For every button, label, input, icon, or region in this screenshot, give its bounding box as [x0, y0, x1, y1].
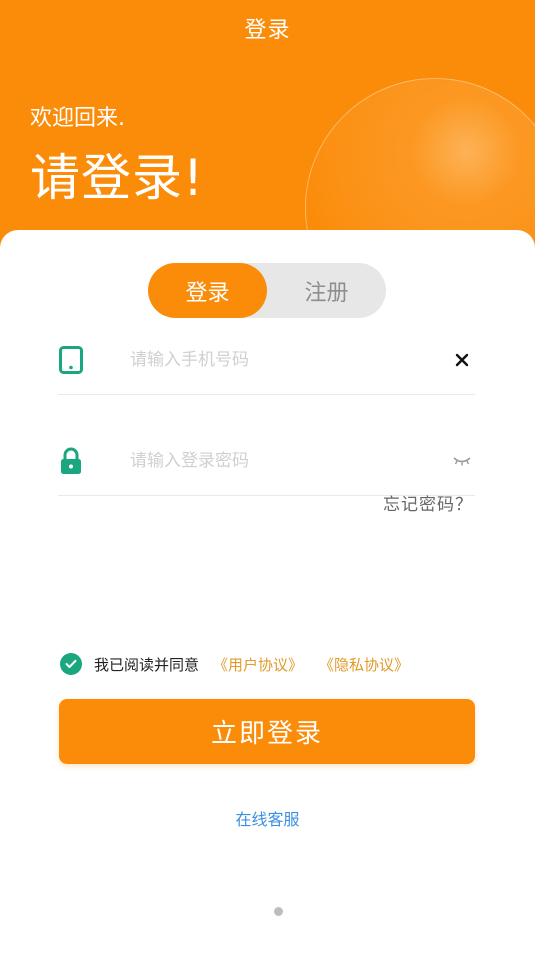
auth-tabs: 登录 注册	[148, 263, 386, 318]
check-icon	[65, 659, 77, 668]
agreement-text: 我已阅读并同意	[94, 655, 200, 674]
agreement-checkbox[interactable]	[60, 653, 82, 675]
agreement-row: 我已阅读并同意 《用户协议》 《隐私协议》	[60, 652, 409, 676]
page-indicator-dot	[274, 907, 283, 916]
hero-banner: 登录 欢迎回来. 请登录!	[0, 0, 535, 260]
lock-icon	[58, 446, 84, 476]
forgot-password-link[interactable]: 忘记密码？	[383, 490, 473, 515]
user-agreement-link[interactable]: 《用户协议》	[213, 654, 303, 675]
phone-input[interactable]	[130, 345, 430, 375]
phone-icon	[58, 345, 84, 375]
tab-register[interactable]: 注册	[267, 263, 386, 318]
eye-closed-icon[interactable]	[449, 446, 475, 476]
login-headline: 请登录!	[30, 149, 205, 207]
login-card	[0, 230, 535, 953]
privacy-agreement-link[interactable]: 《隐私协议》	[319, 654, 409, 675]
phone-field	[58, 345, 475, 395]
welcome-text: 欢迎回来.	[30, 106, 125, 131]
password-input[interactable]	[130, 446, 430, 476]
customer-service-link[interactable]: 在线客服	[0, 806, 535, 830]
close-icon[interactable]	[449, 345, 475, 375]
tab-login[interactable]: 登录	[148, 263, 267, 318]
password-field	[58, 446, 475, 496]
login-button[interactable]: 立即登录	[59, 699, 475, 764]
page-title: 登录	[244, 18, 291, 43]
